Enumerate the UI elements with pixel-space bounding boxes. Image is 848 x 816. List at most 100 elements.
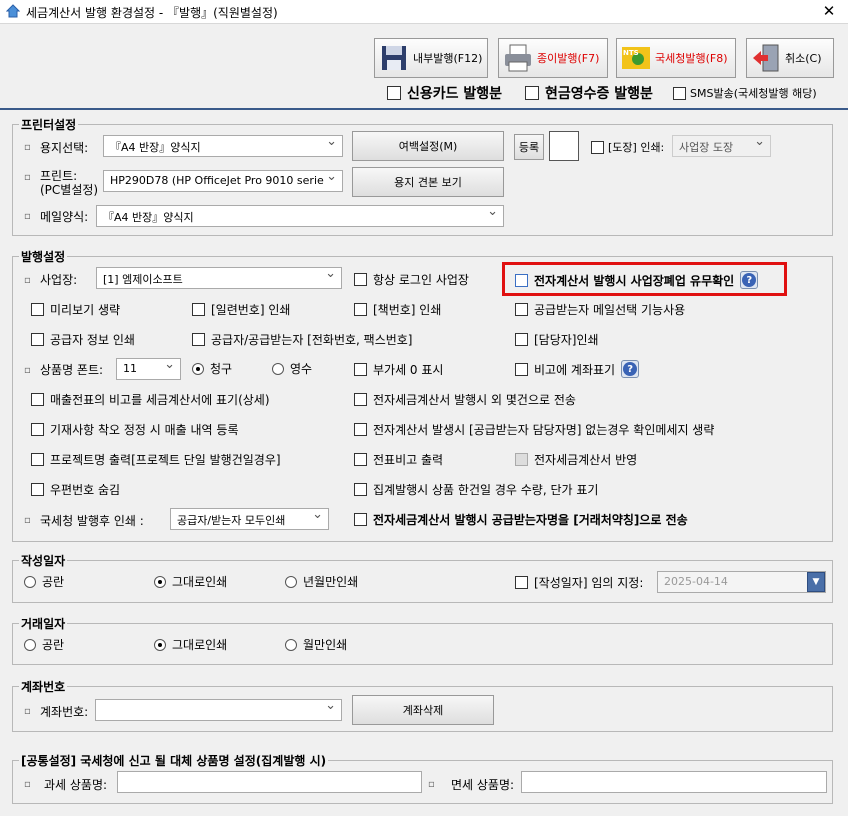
book-print-checkbox[interactable]: [책번호] 인쇄 <box>354 301 441 318</box>
preview-skip-checkbox[interactable]: 미리보기 생략 <box>31 301 120 318</box>
printer-select[interactable]: HP290D78 (HP OfficeJet Pro 9010 serie <box>103 170 343 192</box>
supplier-info-check-box[interactable] <box>31 333 44 346</box>
help-icon[interactable]: ? <box>621 360 640 378</box>
no-manager-msg-check-box[interactable] <box>354 423 367 436</box>
taxable-name-input[interactable] <box>117 771 422 793</box>
project-checkbox[interactable]: 프로젝트명 출력[프로젝트 단일 발행건일경우] <box>31 451 281 468</box>
business-select[interactable]: [1] 엠제이소프트 <box>96 267 342 289</box>
radio-dot[interactable] <box>154 575 166 588</box>
buyer-mail-checkbox[interactable]: 공급받는자 메일선택 기능사용 <box>515 301 685 318</box>
nts-logo-icon: NTS <box>622 47 650 69</box>
paper-issue-button[interactable]: 종이발행(F7) <box>498 38 608 78</box>
manager-print-checkbox[interactable]: [담당자]인쇄 <box>515 331 599 348</box>
common-settings-title: [공통설정] 국세청에 신고 될 대체 상품명 설정(집계발행 시) <box>19 752 329 769</box>
stamp-select[interactable]: 사업장 도장 <box>672 135 771 157</box>
radio-dot[interactable] <box>154 638 166 651</box>
exempt-name-input[interactable] <box>521 771 827 793</box>
radio-dot[interactable] <box>24 638 36 651</box>
margin-settings-button[interactable]: 여백설정(M) <box>352 131 504 161</box>
aggregate-checkbox[interactable]: 집계발행시 상품 한건일 경우 수량, 단가 표기 <box>354 481 598 498</box>
manager-check-box[interactable] <box>515 333 528 346</box>
register-button[interactable]: 등록 <box>514 134 544 160</box>
correction-check-box[interactable] <box>31 423 44 436</box>
internal-issue-button[interactable]: 내부발행(F12) <box>374 38 488 78</box>
slip-memo-check-box[interactable] <box>354 453 367 466</box>
cash-receipt-check-box[interactable] <box>525 86 539 100</box>
account-label: 계좌번호: <box>40 705 89 719</box>
custom-date-input[interactable]: 2025-04-14 <box>657 571 826 593</box>
apply-einvoice-checkbox: 전자세금계산서 반영 <box>515 451 637 468</box>
write-date-ym-radio[interactable]: 년월만인쇄 <box>285 573 358 590</box>
sms-check-box[interactable] <box>673 86 686 100</box>
claim-radio[interactable]: 청구 <box>192 360 232 377</box>
radio-dot[interactable] <box>285 575 297 588</box>
project-check-box[interactable] <box>31 453 44 466</box>
sms-checkbox[interactable]: SMS발송(국세청발행 해당) <box>673 85 817 101</box>
hide-zip-check-box[interactable] <box>31 483 44 496</box>
mail-form-select[interactable]: 『A4 반장』양식지 <box>96 205 504 227</box>
radio-dot[interactable] <box>285 638 297 651</box>
cancel-button[interactable]: 취소(C) <box>746 38 834 78</box>
taxable-label: 과세 상품명: <box>44 778 108 792</box>
custom-date-check-box[interactable] <box>515 576 528 589</box>
cash-receipt-checkbox[interactable]: 현금영수증 발행분 <box>525 83 653 103</box>
trade-date-month-radio[interactable]: 월만인쇄 <box>285 636 347 653</box>
always-login-label: 항상 로그인 사업장 <box>373 273 469 287</box>
nts-issue-button[interactable]: NTS 국세청발행(F8) <box>616 38 736 78</box>
account-note-check-box[interactable] <box>515 362 528 376</box>
account-note-checkbox[interactable]: 비고에 계좌표기? <box>515 360 640 378</box>
serial-print-checkbox[interactable]: [일련번호] 인쇄 <box>192 301 290 318</box>
aggregate-check-box[interactable] <box>354 483 367 496</box>
sales-memo-checkbox[interactable]: 매출전표의 비고를 세금계산서에 표기(상세) <box>31 391 270 408</box>
paper-select[interactable]: 『A4 반장』양식지 <box>103 135 343 157</box>
paper-sample-button[interactable]: 용지 견본 보기 <box>352 167 504 197</box>
book-check-box[interactable] <box>354 303 367 316</box>
supplier-buyer-check-box[interactable] <box>192 333 205 346</box>
always-login-checkbox[interactable]: 항상 로그인 사업장 <box>354 271 469 288</box>
write-date-as-is-radio[interactable]: 그대로인쇄 <box>154 573 227 590</box>
trade-date-as-is-radio[interactable]: 그대로인쇄 <box>154 636 227 653</box>
no-manager-msg-checkbox[interactable]: 전자계산서 발생시 [공급받는자 담당자명] 없는경우 확인메세지 생략 <box>354 421 714 438</box>
receipt-radio[interactable]: 영수 <box>272 360 312 377</box>
send-extra-checkbox[interactable]: 전자세금계산서 발행시 외 몇건으로 전송 <box>354 391 576 408</box>
hide-zip-checkbox[interactable]: 우편번호 숨김 <box>31 481 120 498</box>
sales-memo-check-box[interactable] <box>31 393 44 406</box>
trade-name-check-box[interactable] <box>354 513 367 526</box>
trade-name-checkbox[interactable]: 전자세금계산서 발행시 공급받는자명을 [거래처약칭]으로 전송 <box>354 511 688 528</box>
serial-check-box[interactable] <box>192 303 205 316</box>
business-closure-checkbox[interactable]: 전자계산서 발행시 사업장폐업 유무확인? <box>515 271 759 289</box>
account-select[interactable] <box>95 699 342 721</box>
stamp-check-box[interactable] <box>591 140 604 154</box>
business-closure-check-box[interactable] <box>515 273 528 287</box>
custom-date-checkbox[interactable]: [작성일자] 임의 지정: <box>515 574 643 591</box>
close-window-icon[interactable]: ✕ <box>820 2 838 20</box>
help-icon[interactable]: ? <box>740 271 759 289</box>
vat-zero-checkbox[interactable]: 부가세 0 표시 <box>354 361 443 378</box>
correction-checkbox[interactable]: 기재사항 착오 정정 시 매출 내역 등록 <box>31 421 239 438</box>
app-home-icon <box>6 4 20 18</box>
vat-zero-check-box[interactable] <box>354 363 367 376</box>
always-login-check-box[interactable] <box>354 273 367 286</box>
write-date-ym-label: 년월만인쇄 <box>303 575 359 589</box>
account-delete-button[interactable]: 계좌삭제 <box>352 695 494 725</box>
write-date-blank-radio[interactable]: 공란 <box>24 573 64 590</box>
calendar-dropdown-icon[interactable]: ▼ <box>807 572 825 592</box>
radio-dot[interactable] <box>24 575 36 588</box>
receipt-radio-dot[interactable] <box>272 362 284 375</box>
exit-door-icon <box>753 44 779 72</box>
font-size-select[interactable]: 11 <box>116 358 181 380</box>
stamp-print-checkbox[interactable]: [도장] 인쇄: <box>591 139 664 155</box>
buyer-mail-check-box[interactable] <box>515 303 528 316</box>
credit-card-check-box[interactable] <box>387 86 401 100</box>
window-title: 세금계산서 발행 환경설정 - 『발행』(직원별설정) <box>26 6 278 20</box>
supplier-buyer-phone-checkbox[interactable]: 공급자/공급받는자 [전화번호, 팩스번호] <box>192 331 413 348</box>
aggregate-label: 집계발행시 상품 한건일 경우 수량, 단가 표기 <box>373 483 599 497</box>
claim-radio-dot[interactable] <box>192 362 204 375</box>
credit-card-checkbox[interactable]: 신용카드 발행분 <box>387 83 502 103</box>
nts-print-select[interactable]: 공급자/받는자 모두인쇄 <box>170 508 329 530</box>
slip-memo-checkbox[interactable]: 전표비고 출력 <box>354 451 443 468</box>
trade-date-blank-radio[interactable]: 공란 <box>24 636 64 653</box>
send-extra-check-box[interactable] <box>354 393 367 406</box>
preview-skip-check-box[interactable] <box>31 303 44 316</box>
supplier-info-checkbox[interactable]: 공급자 정보 인쇄 <box>31 331 135 348</box>
